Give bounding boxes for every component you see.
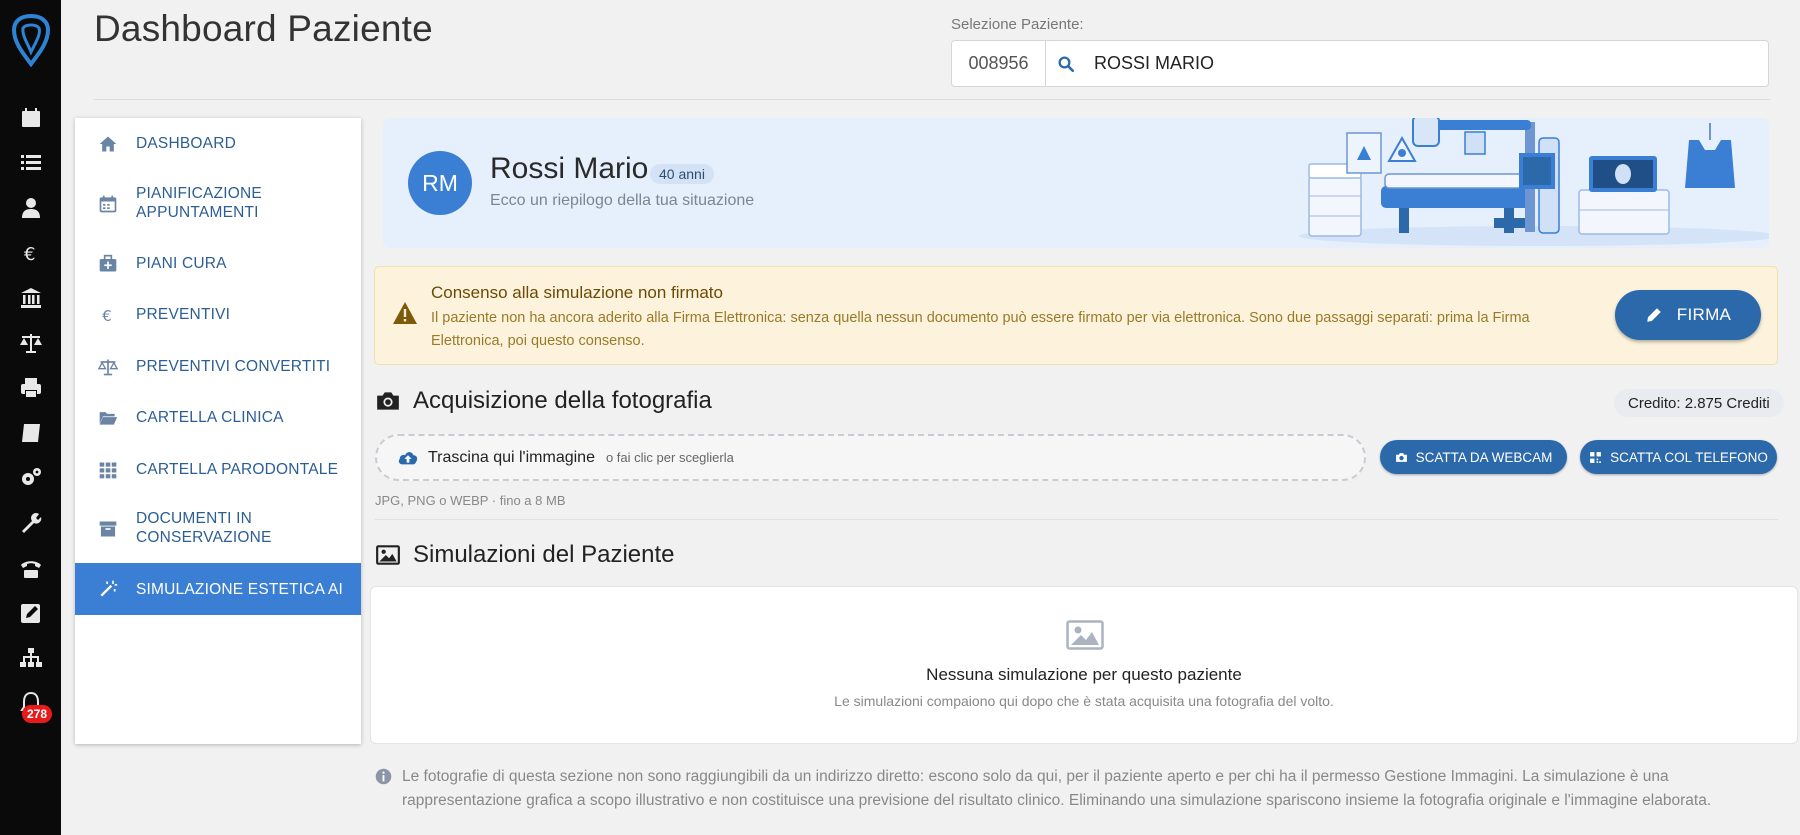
patient-search-input[interactable]: ROSSI MARIO	[1086, 53, 1768, 74]
cloud-upload-icon	[398, 451, 418, 464]
menu-item-pianificazione-appuntamenti[interactable]: PIANIFICAZIONE APPUNTAMENTI	[75, 170, 361, 238]
list-icon[interactable]	[18, 150, 44, 176]
menu-item-documenti-in-conservazione[interactable]: DOCUMENTI IN CONSERVAZIONE	[75, 495, 361, 563]
simulations-section-header: Simulazioni del Paziente	[375, 541, 674, 569]
patient-name: Rossi Mario	[490, 152, 649, 185]
warning-text: Il paziente non ha ancora aderito alla F…	[431, 310, 1530, 349]
sitemap-icon[interactable]	[18, 645, 44, 671]
warning-icon	[393, 302, 417, 324]
info-text: Le fotografie di questa sezione non sono…	[402, 768, 1712, 809]
upload-hint: JPG, PNG o WEBP · fino a 8 MB	[375, 493, 566, 508]
menu-item-dashboard[interactable]: DASHBOARD	[75, 118, 361, 170]
image-placeholder-icon	[1066, 620, 1104, 650]
menu-item-label: DASHBOARD	[136, 135, 236, 152]
camera-icon	[377, 392, 399, 410]
image-icon	[376, 545, 400, 565]
edit-icon[interactable]	[18, 600, 44, 626]
info-icon	[375, 768, 392, 785]
bank-icon[interactable]	[18, 285, 44, 311]
menu-item-cartella-parodontale[interactable]: CARTELLA PARODONTALE	[75, 444, 361, 495]
menu-item-preventivi[interactable]: € PREVENTIVI	[75, 289, 361, 341]
patient-code[interactable]: 008956	[952, 41, 1046, 86]
photo-section-title: Acquisizione della fotografia	[413, 387, 712, 414]
simulations-section-title: Simulazioni del Paziente	[413, 541, 675, 568]
search-icon[interactable]	[1046, 41, 1086, 86]
phone-button-label: SCATTA COL TELEFONO	[1610, 449, 1768, 465]
user-doctor-icon[interactable]	[18, 195, 44, 221]
webcam-capture-button[interactable]: SCATTA DA WEBCAM	[1380, 440, 1567, 474]
menu-item-preventivi-convertiti[interactable]: PREVENTIVI CONVERTITI	[75, 341, 361, 392]
balance-scale-icon	[97, 356, 119, 378]
simulations-empty-state: Nessuna simulazione per questo paziente …	[370, 586, 1798, 744]
calendar-icon	[97, 193, 119, 215]
euro-icon: €	[97, 304, 119, 326]
divider	[375, 519, 1778, 520]
home-icon	[97, 133, 119, 155]
archive-icon	[97, 518, 119, 540]
wrench-icon[interactable]	[18, 510, 44, 536]
menu-item-label: SIMULAZIONE ESTETICA AI	[136, 581, 344, 598]
menu-item-label: PREVENTIVI CONVERTITI	[136, 358, 331, 375]
menu-item-simulazione-estetica-ai[interactable]: SIMULAZIONE ESTETICA AI	[75, 563, 361, 615]
patient-age-badge: 40 anni	[650, 164, 714, 184]
divider	[94, 99, 1770, 100]
camera-icon	[1395, 452, 1407, 462]
consent-warning-alert: Consenso alla simulazione non firmato Il…	[374, 266, 1778, 365]
menu-item-piani-cura[interactable]: PIANI CURA	[75, 238, 361, 289]
radiology-room-illustration	[1289, 118, 1769, 248]
qrcode-icon	[1590, 451, 1602, 463]
patient-selector-label: Selezione Paziente:	[951, 16, 1084, 33]
menu-item-label: PIANI CURA	[136, 255, 227, 272]
credit-badge: Credito: 2.875 Crediti	[1614, 389, 1784, 417]
phone-icon[interactable]	[18, 555, 44, 581]
page-title: Dashboard Paziente	[94, 8, 433, 49]
patient-side-menu-panel: DASHBOARD PIANIFICAZIONE APPUNTAMENTI PI…	[75, 118, 361, 744]
photo-section-header: Acquisizione della fotografia	[375, 387, 712, 415]
logo-icon[interactable]	[8, 12, 54, 68]
warning-title: Consenso alla simulazione non firmato	[431, 283, 723, 302]
notification-badge[interactable]: 278	[22, 705, 53, 723]
folder-open-icon	[97, 407, 119, 429]
balance-scale-icon[interactable]	[18, 330, 44, 356]
menu-item-label: CARTELLA PARODONTALE	[136, 461, 339, 478]
dropzone-main-text: Trascina qui l'immagine	[428, 448, 595, 466]
phone-capture-button[interactable]: SCATTA COL TELEFONO	[1580, 440, 1777, 474]
gears-icon[interactable]	[18, 465, 44, 491]
printer-icon[interactable]	[18, 375, 44, 401]
menu-item-label: DOCUMENTI IN CONSERVAZIONE	[136, 510, 272, 546]
avatar: RM	[408, 151, 472, 215]
book-icon[interactable]	[18, 420, 44, 446]
menu-item-cartella-clinica[interactable]: CARTELLA CLINICA	[75, 392, 361, 444]
euro-icon[interactable]: €	[18, 240, 44, 266]
menu-item-label: CARTELLA CLINICA	[136, 409, 284, 426]
grid-icon	[97, 459, 119, 481]
menu-item-label: PIANIFICAZIONE APPUNTAMENTI	[136, 185, 262, 221]
calendar-icon[interactable]	[18, 105, 44, 131]
svg-text:€: €	[102, 307, 112, 325]
menu-item-label: PREVENTIVI	[136, 306, 231, 323]
sign-button-label: FIRMA	[1676, 305, 1732, 324]
left-rail: € 278	[0, 0, 61, 835]
medkit-icon	[97, 253, 119, 275]
patient-subtitle: Ecco un riepilogo della tua situazione	[490, 192, 755, 209]
magic-wand-icon	[97, 578, 119, 600]
image-dropzone[interactable]: Trascina qui l'immagine o fai clic per s…	[375, 434, 1366, 481]
empty-state-subtitle: Le simulazioni compaiono qui dopo che è …	[834, 693, 1334, 709]
empty-state-title: Nessuna simulazione per questo paziente	[926, 665, 1242, 684]
patient-selector[interactable]: 008956 ROSSI MARIO	[951, 40, 1769, 87]
webcam-button-label: SCATTA DA WEBCAM	[1415, 449, 1553, 465]
patient-summary-card: RM Rossi Mario 40 anni Ecco un riepilogo…	[383, 118, 1769, 248]
pencil-icon	[1647, 308, 1661, 322]
dropzone-sub-text: o fai clic per sceglierla	[605, 450, 734, 465]
svg-text:€: €	[24, 244, 35, 265]
sign-button[interactable]: FIRMA	[1615, 290, 1761, 340]
